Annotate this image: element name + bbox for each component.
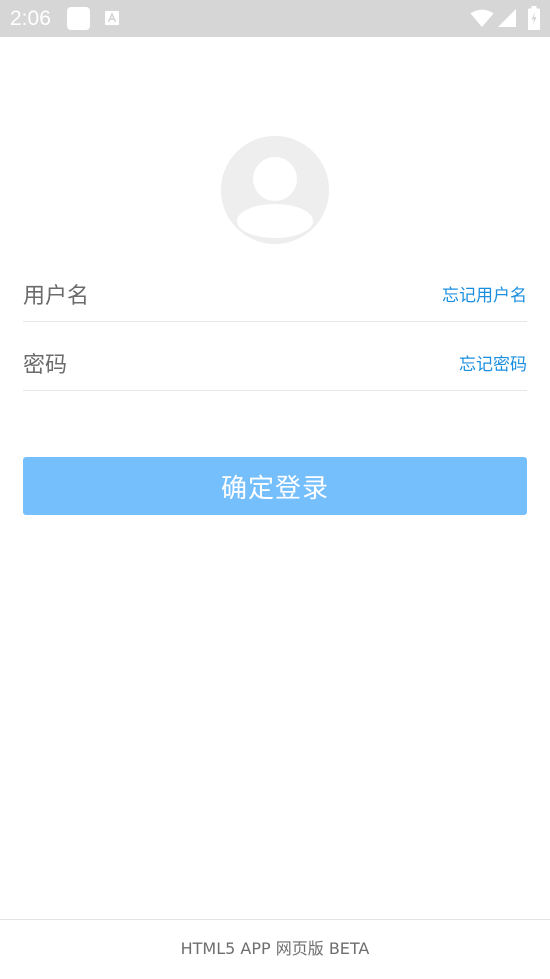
forgot-username-link[interactable]: 忘记用户名 xyxy=(442,285,527,307)
cell-signal-icon xyxy=(497,8,517,28)
password-input[interactable] xyxy=(23,345,403,385)
user-avatar-icon xyxy=(221,136,329,244)
status-time: 2:06 xyxy=(10,7,51,30)
status-bar: 2:06 xyxy=(0,0,550,37)
notification-square-icon xyxy=(67,7,90,30)
login-screen: 2:06 用户名 忘记用户名 忘记密码 确定登录 HTML5 APP 网页版 B… xyxy=(0,0,550,979)
username-input[interactable] xyxy=(23,276,403,316)
battery-charging-icon xyxy=(528,6,540,30)
avatar xyxy=(221,136,329,244)
login-button[interactable]: 确定登录 xyxy=(23,457,527,515)
footer-text: HTML5 APP 网页版 BETA xyxy=(180,939,370,958)
forgot-password-link[interactable]: 忘记密码 xyxy=(459,354,527,376)
username-row: 忘记用户名 xyxy=(23,270,527,322)
footer: HTML5 APP 网页版 BETA xyxy=(0,919,550,979)
password-row: 忘记密码 xyxy=(23,339,527,391)
notification-a-icon xyxy=(104,10,120,26)
wifi-icon xyxy=(470,8,494,28)
